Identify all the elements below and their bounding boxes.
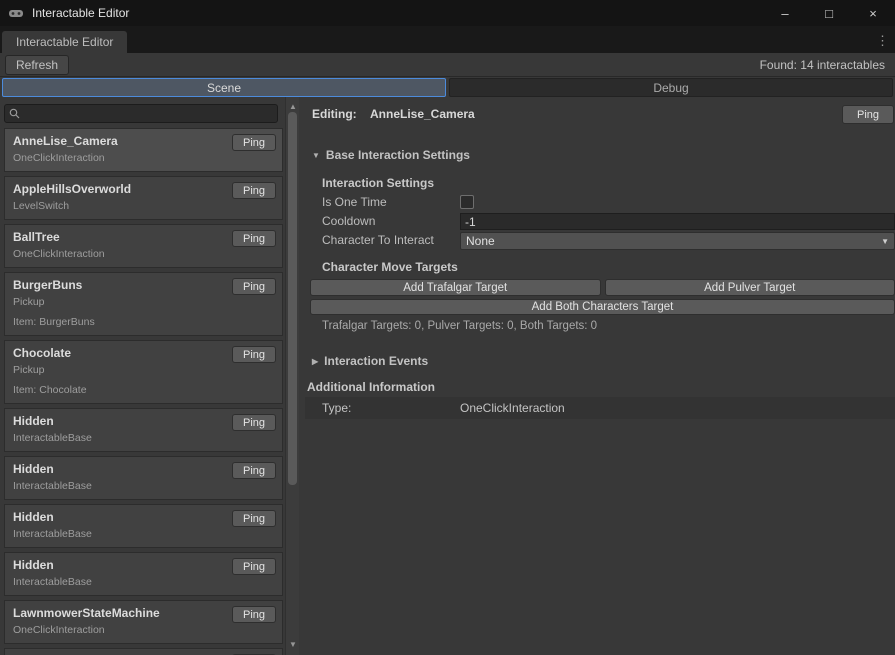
ping-button[interactable]: Ping bbox=[232, 134, 276, 151]
editor-tab-strip: Interactable Editor ⋮ bbox=[0, 26, 895, 53]
ping-button[interactable]: Ping bbox=[842, 105, 894, 124]
type-row: Type: OneClickInteraction bbox=[305, 397, 895, 419]
search-box bbox=[4, 104, 278, 123]
item-subtitle: OneClickInteraction bbox=[13, 623, 274, 638]
ping-button[interactable]: Ping bbox=[232, 182, 276, 199]
item-subtitle: Pickup bbox=[13, 363, 274, 378]
additional-information-header: Additional Information bbox=[307, 379, 435, 395]
item-subtitle: InteractableBase bbox=[13, 479, 274, 494]
character-to-interact-row: Character To Interact None ▼ bbox=[305, 231, 895, 251]
type-value: OneClickInteraction bbox=[460, 401, 565, 415]
base-interaction-settings-foldout[interactable]: ▼ Base Interaction Settings bbox=[312, 147, 470, 163]
refresh-button[interactable]: Refresh bbox=[5, 55, 69, 75]
tab-scene[interactable]: Scene bbox=[2, 78, 446, 97]
app-icon bbox=[8, 5, 24, 21]
close-button[interactable]: × bbox=[851, 0, 895, 26]
item-subtitle: OneClickInteraction bbox=[13, 247, 274, 262]
character-dropdown[interactable]: None ▼ bbox=[460, 232, 895, 250]
list-item[interactable]: BallTreeOneClickInteractionPing bbox=[4, 224, 283, 268]
search-icon bbox=[9, 108, 20, 119]
title-bar: Interactable Editor – □ × bbox=[0, 0, 895, 26]
scrollbar-thumb[interactable] bbox=[288, 112, 297, 485]
toolbar: Refresh Found: 14 interactables bbox=[0, 53, 895, 77]
chevron-down-icon: ▼ bbox=[881, 237, 889, 246]
add-trafalgar-target-button[interactable]: Add Trafalgar Target bbox=[310, 279, 601, 296]
list-item[interactable]: ChocolatePickupItem: ChocolatePing bbox=[4, 340, 283, 404]
ping-button[interactable]: Ping bbox=[232, 606, 276, 623]
editing-value: AnneLise_Camera bbox=[370, 107, 475, 121]
foldout-label: Interaction Events bbox=[324, 354, 428, 368]
list-item[interactable]: AnneLise_CameraOneClickInteractionPing bbox=[4, 128, 283, 172]
item-subtitle: OneClickInteraction bbox=[13, 151, 274, 166]
character-dropdown-value: None bbox=[466, 234, 495, 248]
targets-summary: Trafalgar Targets: 0, Pulver Targets: 0,… bbox=[322, 320, 597, 332]
search-input[interactable] bbox=[23, 106, 277, 121]
interaction-events-foldout[interactable]: ▶ Interaction Events bbox=[312, 353, 428, 369]
list-item[interactable]: LureSpotA_SlotPing bbox=[4, 648, 283, 655]
window-controls: – □ × bbox=[763, 0, 895, 26]
is-one-time-row: Is One Time bbox=[305, 193, 895, 212]
item-subtitle: Item: BurgerBuns bbox=[13, 315, 274, 330]
item-subtitle: InteractableBase bbox=[13, 431, 274, 446]
character-move-targets-header: Character Move Targets bbox=[322, 259, 458, 275]
cooldown-input[interactable] bbox=[460, 213, 895, 230]
list-item[interactable]: HiddenInteractableBasePing bbox=[4, 552, 283, 596]
tab-interactable-editor[interactable]: Interactable Editor bbox=[2, 31, 127, 53]
add-pulver-target-button[interactable]: Add Pulver Target bbox=[605, 279, 895, 296]
tab-debug[interactable]: Debug bbox=[449, 78, 893, 97]
kebab-menu-icon[interactable]: ⋮ bbox=[870, 33, 895, 53]
list-item[interactable]: LawnmowerStateMachineOneClickInteraction… bbox=[4, 600, 283, 644]
search-row: × bbox=[4, 104, 296, 124]
scroll-down-icon[interactable]: ▼ bbox=[286, 638, 300, 651]
is-one-time-checkbox[interactable] bbox=[460, 195, 474, 209]
item-subtitle: InteractableBase bbox=[13, 575, 274, 590]
minimize-button[interactable]: – bbox=[763, 0, 807, 26]
character-to-interact-label: Character To Interact bbox=[322, 233, 434, 247]
item-subtitle: Pickup bbox=[13, 295, 274, 310]
item-subtitle: Item: Chocolate bbox=[13, 383, 274, 398]
is-one-time-label: Is One Time bbox=[322, 195, 387, 209]
maximize-button[interactable]: □ bbox=[807, 0, 851, 26]
editing-label: Editing: bbox=[312, 107, 357, 121]
foldout-closed-icon: ▶ bbox=[312, 357, 318, 366]
interactable-list: AnneLise_CameraOneClickInteractionPingAp… bbox=[4, 128, 283, 655]
list-item[interactable]: AppleHillsOverworldLevelSwitchPing bbox=[4, 176, 283, 220]
list-item[interactable]: BurgerBunsPickupItem: BurgerBunsPing bbox=[4, 272, 283, 336]
ping-button[interactable]: Ping bbox=[232, 510, 276, 527]
foldout-label: Base Interaction Settings bbox=[326, 148, 470, 162]
ping-button[interactable]: Ping bbox=[232, 414, 276, 431]
editor-panel: Editing: AnneLise_Camera Ping ▼ Base Int… bbox=[305, 97, 895, 655]
ping-button[interactable]: Ping bbox=[232, 558, 276, 575]
window-title: Interactable Editor bbox=[32, 6, 129, 20]
ping-button[interactable]: Ping bbox=[232, 346, 276, 363]
cooldown-label: Cooldown bbox=[322, 214, 375, 228]
found-count-label: Found: 14 interactables bbox=[760, 58, 885, 72]
ping-button[interactable]: Ping bbox=[232, 462, 276, 479]
add-both-characters-target-button[interactable]: Add Both Characters Target bbox=[310, 299, 895, 315]
interaction-settings-header: Interaction Settings bbox=[322, 175, 434, 191]
ping-button[interactable]: Ping bbox=[232, 278, 276, 295]
foldout-open-icon: ▼ bbox=[312, 151, 320, 160]
editing-row: Editing: AnneLise_Camera Ping bbox=[305, 105, 895, 125]
view-tabs: Scene Debug bbox=[2, 78, 893, 97]
list-scrollbar[interactable]: ▲ ▼ bbox=[285, 97, 299, 655]
list-item[interactable]: HiddenInteractableBasePing bbox=[4, 408, 283, 452]
item-subtitle: LevelSwitch bbox=[13, 199, 274, 214]
ping-button[interactable]: Ping bbox=[232, 230, 276, 247]
list-item[interactable]: HiddenInteractableBasePing bbox=[4, 504, 283, 548]
type-label: Type: bbox=[322, 401, 351, 415]
target-buttons-row: Add Trafalgar Target Add Pulver Target bbox=[310, 279, 895, 296]
interactable-editor-window: Interactable Editor – □ × Interactable E… bbox=[0, 0, 895, 655]
cooldown-row: Cooldown bbox=[305, 212, 895, 231]
list-item[interactable]: HiddenInteractableBasePing bbox=[4, 456, 283, 500]
item-subtitle: InteractableBase bbox=[13, 527, 274, 542]
